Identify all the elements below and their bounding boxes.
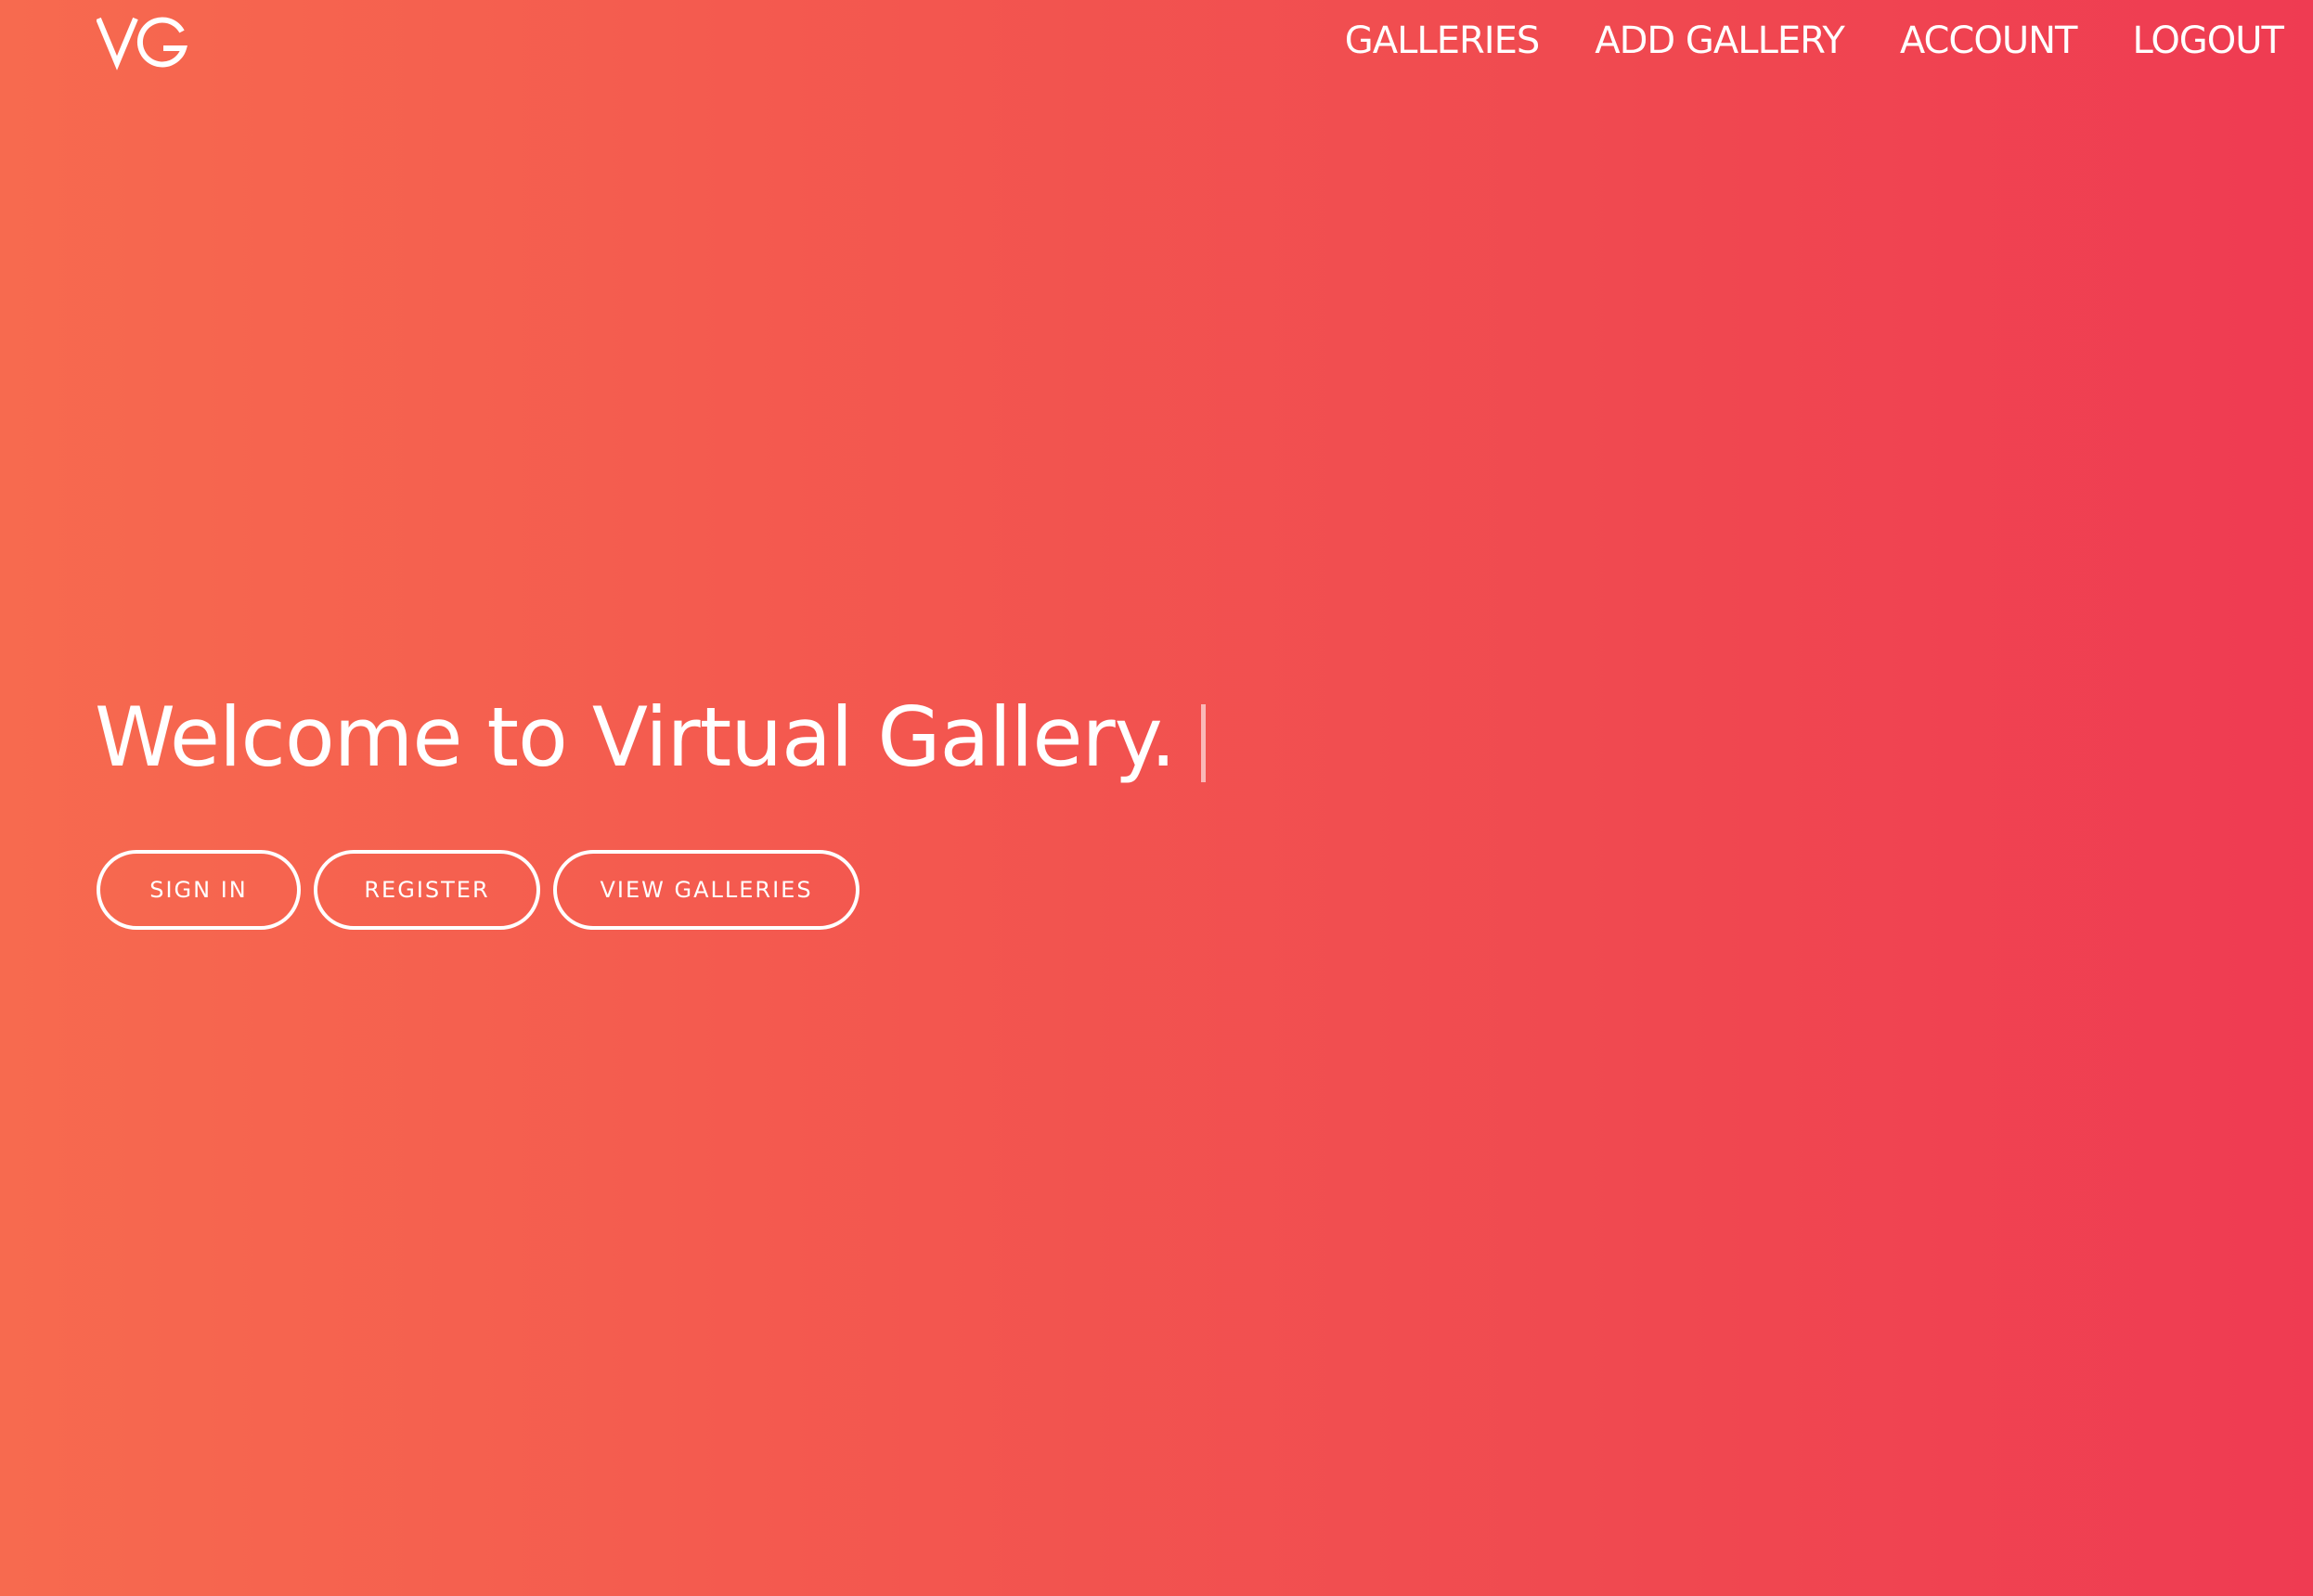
view-galleries-button[interactable]: VIEW GALLERIES <box>553 850 859 930</box>
nav-add-gallery[interactable]: ADD GALLERY <box>1595 17 1845 65</box>
nav-galleries[interactable]: GALLERIES <box>1345 17 1540 65</box>
sign-in-button[interactable]: SIGN IN <box>97 850 301 930</box>
nav-logout[interactable]: LOGOUT <box>2132 17 2284 65</box>
top-nav: GALLERIES ADD GALLERY ACCOUNT LOGOUT <box>1345 17 2284 65</box>
vg-logo[interactable] <box>97 15 189 71</box>
vg-logo-mark <box>97 17 187 71</box>
nav-account[interactable]: ACCOUNT <box>1900 17 2078 65</box>
hero-actions: SIGN IN REGISTER VIEW GALLERIES <box>97 850 859 930</box>
register-button[interactable]: REGISTER <box>314 850 540 930</box>
hero-title-text: Welcome to Virtual Gallery. <box>95 689 1176 785</box>
hero-heading: Welcome to Virtual Gallery. <box>95 687 1207 789</box>
typing-cursor <box>1201 704 1207 782</box>
